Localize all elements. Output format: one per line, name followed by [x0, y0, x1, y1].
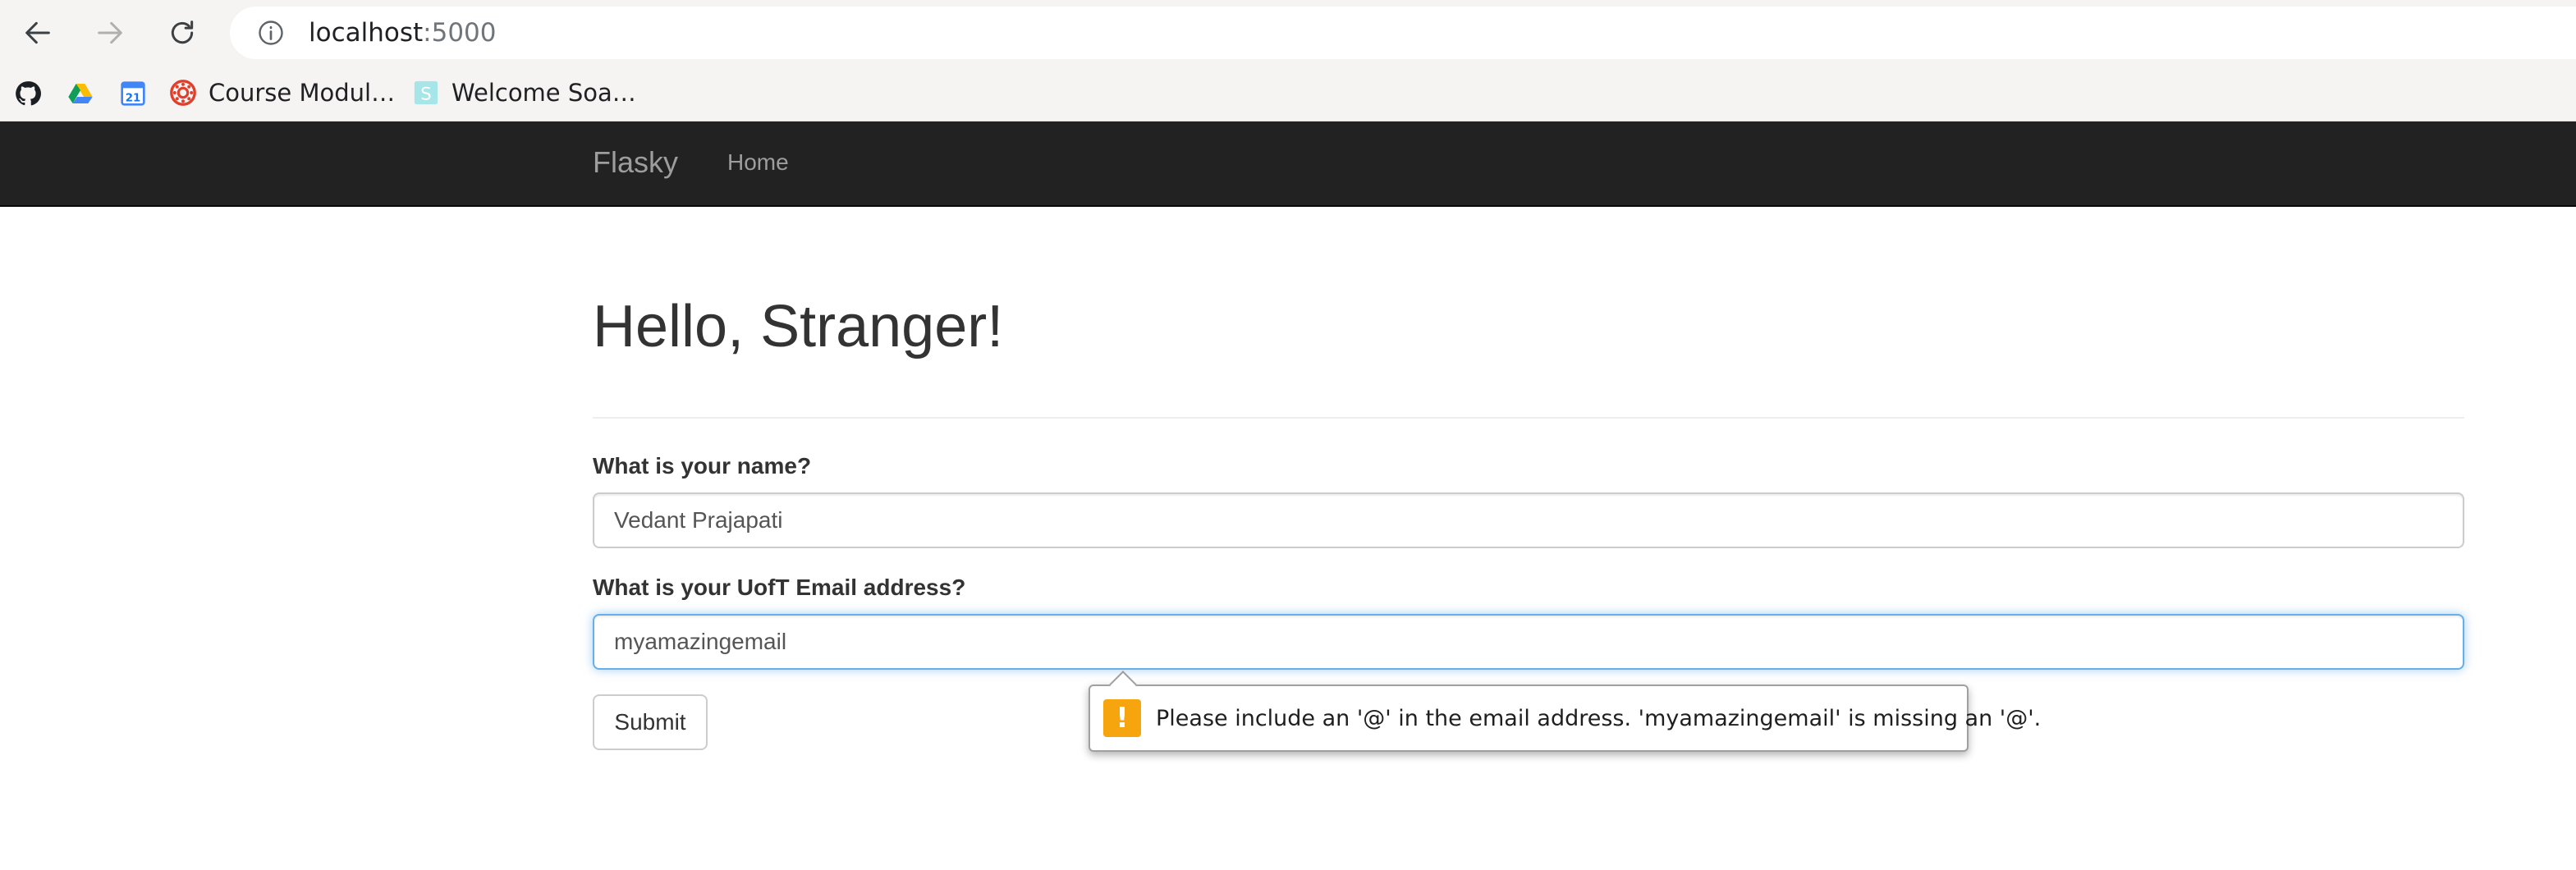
soa-icon: S: [414, 80, 438, 105]
nav-link-home[interactable]: Home: [727, 146, 789, 179]
site-info-icon[interactable]: [256, 18, 286, 48]
back-arrow-icon: [25, 21, 50, 44]
address-bar[interactable]: localhost:5000: [230, 7, 2576, 59]
submit-button[interactable]: Submit: [593, 694, 708, 750]
name-label: What is your name?: [593, 453, 812, 478]
url-port: :5000: [423, 18, 497, 48]
google-calendar-icon[interactable]: 21: [118, 79, 148, 108]
validation-tooltip: ! Please include an '@' in the email add…: [1089, 671, 2041, 752]
reload-icon: [171, 21, 194, 44]
calendar-day-text: 21: [126, 92, 141, 104]
email-label: What is your UofT Email address?: [593, 575, 966, 600]
validation-message: Please include an '@' in the email addre…: [1156, 706, 2042, 731]
email-input[interactable]: myamazingemail: [593, 614, 2464, 670]
google-drive-icon[interactable]: [66, 79, 95, 108]
reload-button[interactable]: [161, 13, 204, 53]
soa-letter-text: S: [420, 85, 432, 105]
browser-toolbar: localhost:5000: [0, 0, 2576, 66]
header-divider: [593, 417, 2464, 419]
page-title: Hello, Stranger!: [593, 294, 1004, 359]
app-navbar: Flasky Home: [0, 121, 2576, 207]
bookmarks-bar: 21 Course Modul… S Welcome Soa…: [0, 66, 2576, 121]
github-icon[interactable]: [13, 79, 43, 108]
bookmark-label: Course Modul…: [209, 79, 396, 107]
back-button[interactable]: [16, 13, 59, 53]
warning-icon: !: [1103, 699, 1141, 737]
url-host: localhost: [309, 18, 424, 48]
tooltip-arrow: [1109, 671, 1137, 698]
navbar-brand[interactable]: Flasky: [593, 143, 678, 182]
canvas-icon: [170, 80, 196, 106]
bookmark-course-modules[interactable]: Course Modul…: [169, 76, 395, 109]
url-text[interactable]: localhost:5000: [309, 18, 497, 48]
forward-arrow-icon: [98, 21, 122, 44]
name-input[interactable]: Vedant Prajapati: [593, 492, 2464, 548]
bookmark-welcome-soa[interactable]: S Welcome Soa…: [412, 76, 636, 109]
forward-button[interactable]: [89, 13, 131, 53]
bookmark-label: Welcome Soa…: [451, 79, 636, 107]
